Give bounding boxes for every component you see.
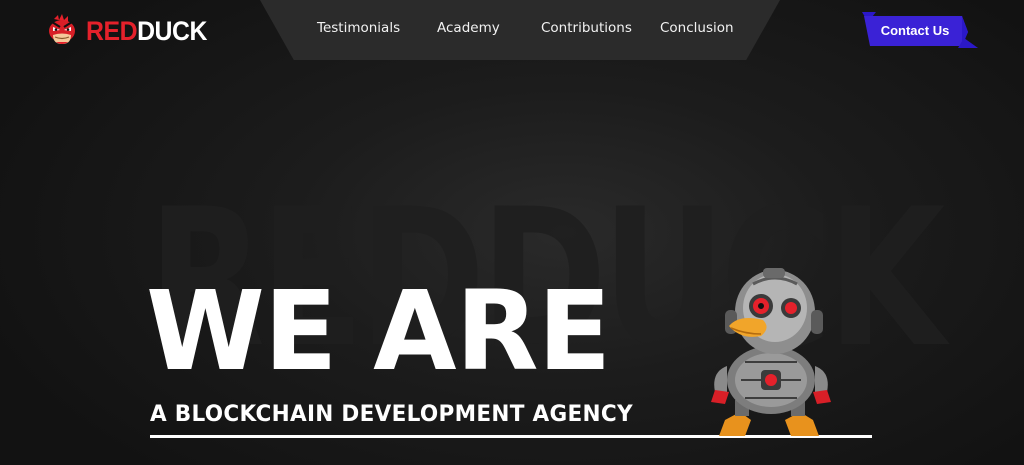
brand-wordmark: REDDUCK	[86, 15, 207, 46]
contact-us-label: Contact Us	[880, 22, 950, 38]
contact-us-button[interactable]: Contact Us	[854, 12, 978, 48]
hero-headline: WE ARE	[146, 267, 611, 395]
hero-subheadline: A BLOCKCHAIN DEVELOPMENT AGENCY	[150, 402, 633, 427]
nav-item-academy[interactable]: Academy	[437, 20, 500, 36]
robot-duck-mascot	[711, 268, 831, 436]
nav-item-contributions[interactable]: Contributions	[541, 20, 632, 36]
nav-item-testimonials[interactable]: Testimonials	[317, 20, 400, 36]
brand-name-white: DUCK	[137, 15, 207, 46]
main-nav: Testimonials Academy Contributions Concl…	[260, 0, 780, 60]
angry-duck-icon	[49, 14, 75, 44]
brand-logo[interactable]: REDDUCK	[44, 12, 218, 50]
nav-item-conclusion[interactable]: Conclusion	[660, 20, 734, 36]
brand-name-red: RED	[86, 15, 138, 46]
site-header: REDDUCK Testimonials Academy Contributio…	[0, 0, 1024, 62]
